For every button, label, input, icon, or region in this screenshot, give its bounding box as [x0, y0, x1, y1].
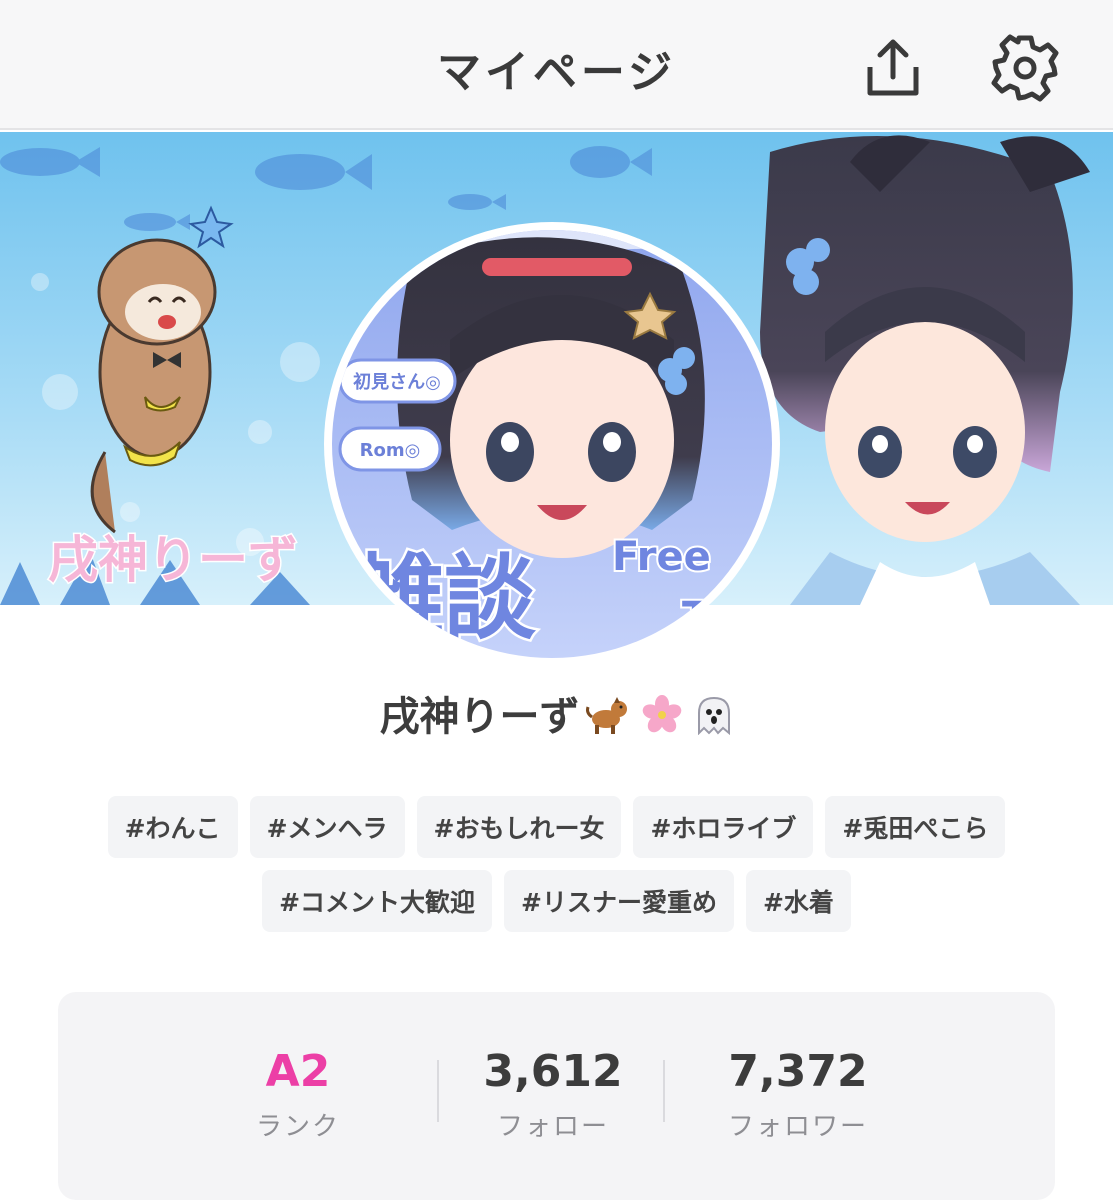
- follow-label: フォロー: [496, 1112, 609, 1142]
- badge-first-time: 初見さん◎: [338, 358, 457, 404]
- tag-chip[interactable]: #兎田ぺこら: [825, 796, 1006, 858]
- tag-chip[interactable]: #水着: [745, 870, 851, 932]
- share-button[interactable]: [855, 30, 931, 106]
- page-title: マイページ: [436, 47, 677, 98]
- avatar-illustration: 初見さん◎ Rom◎ 雑談 Free To: [332, 230, 772, 658]
- tag-chip[interactable]: #コメント大歓迎: [262, 870, 493, 932]
- badge-rom: Rom◎: [338, 426, 442, 472]
- tag-chip[interactable]: #わんこ: [107, 796, 238, 858]
- stat-divider: [437, 1060, 439, 1122]
- avatar[interactable]: 初見さん◎ Rom◎ 雑談 Free To: [332, 230, 772, 658]
- avatar-free-text: Free: [612, 534, 711, 580]
- follower-label: フォロワー: [727, 1112, 868, 1142]
- banner-logo-text: 戌神りーず: [48, 531, 298, 589]
- settings-button[interactable]: [985, 28, 1065, 108]
- tag-chip[interactable]: #おもしれー女: [416, 796, 622, 858]
- profile-emojis: [584, 690, 734, 736]
- top-bar: マイページ: [0, 0, 1113, 130]
- tag-chip[interactable]: #リスナー愛重め: [504, 870, 734, 932]
- stat-rank[interactable]: A2 ランク: [238, 1044, 358, 1143]
- gear-icon: [991, 34, 1059, 102]
- tag-chip[interactable]: #メンヘラ: [249, 796, 405, 858]
- stat-follower[interactable]: 7,372 フォロワー: [698, 1044, 898, 1143]
- ghost-emoji: [698, 696, 731, 736]
- share-upload-icon: [867, 39, 919, 96]
- stats-card: A2 ランク 3,612 フォロー 7,372 フォロワー: [58, 992, 1055, 1200]
- svg-text:初見さん◎: 初見さん◎: [353, 371, 441, 393]
- cherry-blossom-emoji: [642, 695, 681, 733]
- follow-count: 3,612: [483, 1046, 623, 1097]
- follower-count: 7,372: [728, 1046, 868, 1097]
- tag-list: #わんこ #メンヘラ #おもしれー女 #ホロライブ #兎田ぺこら #コメント大歓…: [60, 796, 1053, 932]
- profile-name: 戌神りーず: [0, 684, 1113, 742]
- rank-label: ランク: [255, 1112, 340, 1142]
- tag-chip[interactable]: #ホロライブ: [633, 796, 814, 858]
- dog-emoji: [585, 697, 627, 734]
- svg-text:Rom◎: Rom◎: [360, 440, 421, 461]
- stat-follow[interactable]: 3,612 フォロー: [468, 1044, 638, 1143]
- rank-value: A2: [265, 1046, 331, 1097]
- profile-name-text: 戌神りーず: [379, 694, 580, 740]
- stat-divider: [663, 1060, 665, 1122]
